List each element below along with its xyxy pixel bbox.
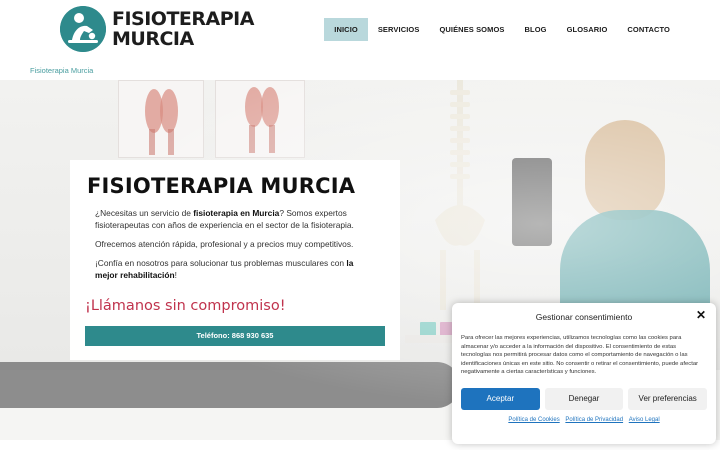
logo-line-2: MURCIA	[112, 28, 194, 50]
highlight-text: fisioterapia en Murcia	[193, 208, 280, 218]
text: ¡Confía en nosotros para solucionar tus …	[95, 258, 347, 268]
hero-paragraph-1: ¿Necesitas un servicio de fisioterapia e…	[85, 207, 385, 231]
text: !	[174, 270, 177, 280]
hero-paragraph-3: ¡Confía en nosotros para solucionar tus …	[85, 257, 385, 281]
phone-button[interactable]: Teléfono: 868 930 635	[85, 326, 385, 346]
logo-line-1: FISIOTERAPIA	[112, 8, 254, 30]
logo-text: FISIOTERAPIA MURCIA	[112, 9, 254, 49]
privacy-policy-link[interactable]: Política de Privacidad	[565, 417, 623, 423]
nav-contacto[interactable]: CONTACTO	[617, 18, 680, 41]
nav-blog[interactable]: BLOG	[515, 18, 557, 41]
site-header: FISIOTERAPIA MURCIA INICIO SERVICIOS QUI…	[0, 0, 720, 62]
consent-links: Política de Cookies Política de Privacid…	[461, 417, 707, 423]
legal-notice-link[interactable]: Aviso Legal	[629, 417, 660, 423]
preferences-button[interactable]: Ver preferencias	[628, 387, 708, 410]
nav-servicios[interactable]: SERVICIOS	[368, 18, 430, 41]
close-icon[interactable]: ✕	[696, 309, 706, 321]
hero-title: FISIOTERAPIA MURCIA	[87, 174, 356, 198]
nav-quienes-somos[interactable]: QUIÉNES SOMOS	[429, 18, 514, 41]
consent-buttons: Aceptar Denegar Ver preferencias	[461, 387, 708, 410]
hero-card: FISIOTERAPIA MURCIA ¿Necesitas un servic…	[70, 160, 400, 360]
cta-heading: ¡Llámanos sin compromiso!	[85, 298, 286, 314]
text: ¿Necesitas un servicio de	[95, 208, 194, 218]
cookie-policy-link[interactable]: Política de Cookies	[508, 417, 559, 423]
site-logo[interactable]: FISIOTERAPIA MURCIA	[60, 6, 254, 52]
breadcrumb[interactable]: Fisioterapia Murcia	[30, 66, 93, 75]
nav-inicio[interactable]: INICIO	[324, 18, 368, 41]
deny-button[interactable]: Denegar	[544, 387, 624, 410]
main-nav: INICIO SERVICIOS QUIÉNES SOMOS BLOG GLOS…	[324, 18, 680, 41]
consent-body: Para ofrecer las mejores experiencias, u…	[461, 335, 699, 376]
nav-glosario[interactable]: GLOSARIO	[557, 18, 618, 41]
physio-logo-icon	[60, 6, 106, 52]
cookie-consent-dialog: Gestionar consentimiento ✕ Para ofrecer …	[452, 303, 716, 444]
accept-button[interactable]: Aceptar	[461, 387, 540, 410]
hero-paragraph-2: Ofrecemos atención rápida, profesional y…	[95, 239, 354, 249]
consent-title: Gestionar consentimiento	[535, 312, 633, 322]
